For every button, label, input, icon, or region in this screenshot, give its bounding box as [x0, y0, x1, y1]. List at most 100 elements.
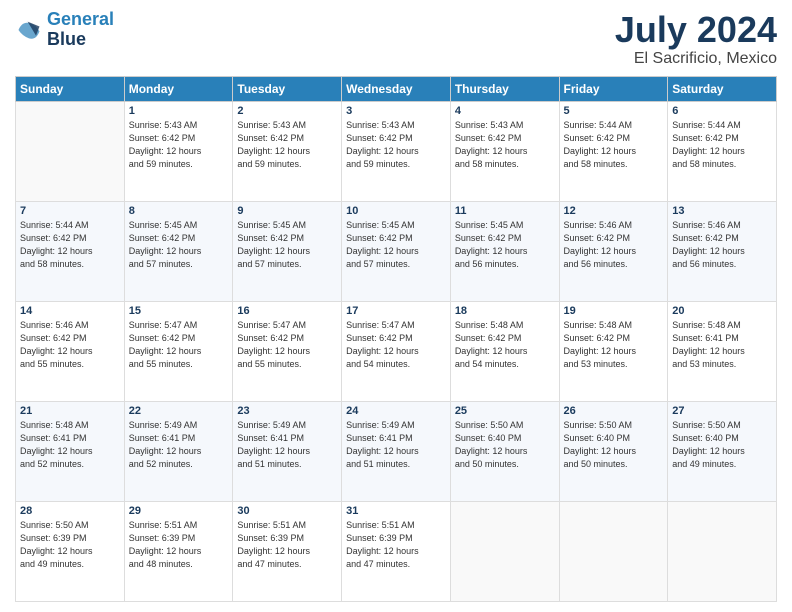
table-row: 30 Sunrise: 5:51 AMSunset: 6:39 PMDayligh…: [233, 501, 342, 601]
day-number: 7: [20, 205, 120, 217]
day-number: 2: [237, 105, 337, 117]
day-number: 4: [455, 105, 555, 117]
day-number: 20: [672, 305, 772, 317]
day-number: 15: [129, 305, 229, 317]
day-info: Sunrise: 5:45 AMSunset: 6:42 PMDaylight:…: [129, 219, 229, 271]
day-number: 9: [237, 205, 337, 217]
table-row: 15 Sunrise: 5:47 AMSunset: 6:42 PMDayligh…: [124, 301, 233, 401]
day-info: Sunrise: 5:46 AMSunset: 6:42 PMDaylight:…: [672, 219, 772, 271]
table-row: 18 Sunrise: 5:48 AMSunset: 6:42 PMDayligh…: [450, 301, 559, 401]
day-info: Sunrise: 5:46 AMSunset: 6:42 PMDaylight:…: [564, 219, 664, 271]
day-info: Sunrise: 5:45 AMSunset: 6:42 PMDaylight:…: [237, 219, 337, 271]
header: GeneralBlue July 2024 El Sacrificio, Mex…: [15, 10, 777, 68]
calendar-week-row: 14 Sunrise: 5:46 AMSunset: 6:42 PMDayligh…: [16, 301, 777, 401]
day-number: 26: [564, 405, 664, 417]
day-number: 10: [346, 205, 446, 217]
day-number: 31: [346, 505, 446, 517]
day-number: 14: [20, 305, 120, 317]
header-tuesday: Tuesday: [233, 76, 342, 101]
table-row: 8 Sunrise: 5:45 AMSunset: 6:42 PMDaylight…: [124, 201, 233, 301]
day-info: Sunrise: 5:50 AMSunset: 6:40 PMDaylight:…: [455, 419, 555, 471]
location-title: El Sacrificio, Mexico: [615, 50, 777, 68]
day-number: 3: [346, 105, 446, 117]
header-monday: Monday: [124, 76, 233, 101]
day-number: 30: [237, 505, 337, 517]
header-sunday: Sunday: [16, 76, 125, 101]
day-info: Sunrise: 5:48 AMSunset: 6:42 PMDaylight:…: [455, 319, 555, 371]
day-info: Sunrise: 5:44 AMSunset: 6:42 PMDaylight:…: [672, 119, 772, 171]
table-row: 19 Sunrise: 5:48 AMSunset: 6:42 PMDayligh…: [559, 301, 668, 401]
day-number: 25: [455, 405, 555, 417]
table-row: 25 Sunrise: 5:50 AMSunset: 6:40 PMDayligh…: [450, 401, 559, 501]
day-info: Sunrise: 5:49 AMSunset: 6:41 PMDaylight:…: [129, 419, 229, 471]
day-number: 11: [455, 205, 555, 217]
day-info: Sunrise: 5:51 AMSunset: 6:39 PMDaylight:…: [237, 519, 337, 571]
day-info: Sunrise: 5:51 AMSunset: 6:39 PMDaylight:…: [346, 519, 446, 571]
day-info: Sunrise: 5:43 AMSunset: 6:42 PMDaylight:…: [346, 119, 446, 171]
logo-text: GeneralBlue: [47, 10, 114, 50]
day-number: 1: [129, 105, 229, 117]
table-row: 14 Sunrise: 5:46 AMSunset: 6:42 PMDayligh…: [16, 301, 125, 401]
day-number: 18: [455, 305, 555, 317]
day-number: 29: [129, 505, 229, 517]
calendar-table: Sunday Monday Tuesday Wednesday Thursday…: [15, 76, 777, 602]
table-row: 27 Sunrise: 5:50 AMSunset: 6:40 PMDayligh…: [668, 401, 777, 501]
day-info: Sunrise: 5:47 AMSunset: 6:42 PMDaylight:…: [346, 319, 446, 371]
table-row: 3 Sunrise: 5:43 AMSunset: 6:42 PMDaylight…: [342, 101, 451, 201]
day-info: Sunrise: 5:45 AMSunset: 6:42 PMDaylight:…: [455, 219, 555, 271]
table-row: 4Sunrise: 5:43 AMSunset: 6:42 PMDaylight…: [450, 101, 559, 201]
day-info: Sunrise: 5:45 AMSunset: 6:42 PMDaylight:…: [346, 219, 446, 271]
month-title: July 2024: [615, 10, 777, 50]
table-row: 17 Sunrise: 5:47 AMSunset: 6:42 PMDayligh…: [342, 301, 451, 401]
table-row: 12 Sunrise: 5:46 AMSunset: 6:42 PMDayligh…: [559, 201, 668, 301]
day-info: Sunrise: 5:51 AMSunset: 6:39 PMDaylight:…: [129, 519, 229, 571]
day-info: Sunrise: 5:50 AMSunset: 6:40 PMDaylight:…: [672, 419, 772, 471]
calendar-week-row: 1 Sunrise: 5:43 AMSunset: 6:42 PMDaylight…: [16, 101, 777, 201]
table-row: 24 Sunrise: 5:49 AMSunset: 6:41 PMDayligh…: [342, 401, 451, 501]
table-row: 2 Sunrise: 5:43 AMSunset: 6:42 PMDaylight…: [233, 101, 342, 201]
calendar-week-row: 7 Sunrise: 5:44 AMSunset: 6:42 PMDaylight…: [16, 201, 777, 301]
day-info: Sunrise: 5:49 AMSunset: 6:41 PMDaylight:…: [346, 419, 446, 471]
day-number: 27: [672, 405, 772, 417]
table-row: 20 Sunrise: 5:48 AMSunset: 6:41 PMDayligh…: [668, 301, 777, 401]
title-block: July 2024 El Sacrificio, Mexico: [615, 10, 777, 68]
table-row: 5Sunrise: 5:44 AMSunset: 6:42 PMDaylight…: [559, 101, 668, 201]
day-number: 8: [129, 205, 229, 217]
day-number: 21: [20, 405, 120, 417]
table-row: 1 Sunrise: 5:43 AMSunset: 6:42 PMDaylight…: [124, 101, 233, 201]
day-info: Sunrise: 5:48 AMSunset: 6:41 PMDaylight:…: [672, 319, 772, 371]
day-info: Sunrise: 5:49 AMSunset: 6:41 PMDaylight:…: [237, 419, 337, 471]
day-number: 12: [564, 205, 664, 217]
header-friday: Friday: [559, 76, 668, 101]
table-row: 7 Sunrise: 5:44 AMSunset: 6:42 PMDaylight…: [16, 201, 125, 301]
day-info: Sunrise: 5:44 AMSunset: 6:42 PMDaylight:…: [20, 219, 120, 271]
table-row: 6 Sunrise: 5:44 AMSunset: 6:42 PMDaylight…: [668, 101, 777, 201]
table-row: 9 Sunrise: 5:45 AMSunset: 6:42 PMDaylight…: [233, 201, 342, 301]
day-number: 28: [20, 505, 120, 517]
day-number: 17: [346, 305, 446, 317]
day-info: Sunrise: 5:48 AMSunset: 6:41 PMDaylight:…: [20, 419, 120, 471]
day-info: Sunrise: 5:46 AMSunset: 6:42 PMDaylight:…: [20, 319, 120, 371]
day-number: 16: [237, 305, 337, 317]
table-row: [559, 501, 668, 601]
table-row: 11 Sunrise: 5:45 AMSunset: 6:42 PMDayligh…: [450, 201, 559, 301]
day-info: Sunrise: 5:43 AMSunset: 6:42 PMDaylight:…: [129, 119, 229, 171]
table-row: [668, 501, 777, 601]
calendar-week-row: 21 Sunrise: 5:48 AMSunset: 6:41 PMDayligh…: [16, 401, 777, 501]
calendar-week-row: 28Sunrise: 5:50 AMSunset: 6:39 PMDayligh…: [16, 501, 777, 601]
day-number: 5: [564, 105, 664, 117]
day-number: 19: [564, 305, 664, 317]
day-info: Sunrise: 5:43 AMSunset: 6:42 PMDaylight:…: [237, 119, 337, 171]
day-number: 24: [346, 405, 446, 417]
table-row: 26Sunrise: 5:50 AMSunset: 6:40 PMDayligh…: [559, 401, 668, 501]
day-number: 6: [672, 105, 772, 117]
day-number: 13: [672, 205, 772, 217]
table-row: 21 Sunrise: 5:48 AMSunset: 6:41 PMDayligh…: [16, 401, 125, 501]
header-wednesday: Wednesday: [342, 76, 451, 101]
page: GeneralBlue July 2024 El Sacrificio, Mex…: [0, 0, 792, 612]
day-info: Sunrise: 5:47 AMSunset: 6:42 PMDaylight:…: [129, 319, 229, 371]
day-info: Sunrise: 5:48 AMSunset: 6:42 PMDaylight:…: [564, 319, 664, 371]
table-row: 13 Sunrise: 5:46 AMSunset: 6:42 PMDayligh…: [668, 201, 777, 301]
table-row: 28Sunrise: 5:50 AMSunset: 6:39 PMDayligh…: [16, 501, 125, 601]
table-row: 22Sunrise: 5:49 AMSunset: 6:41 PMDayligh…: [124, 401, 233, 501]
